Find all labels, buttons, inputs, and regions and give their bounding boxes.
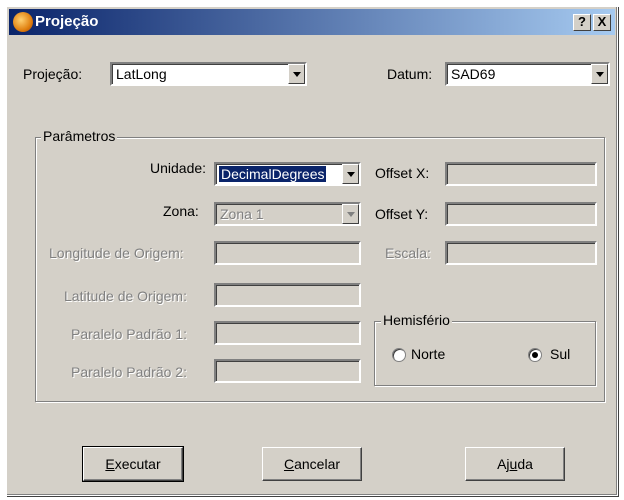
app-globe-icon <box>13 12 33 32</box>
escala-label: Escala: <box>385 245 431 261</box>
unidade-label: Unidade: <box>150 160 207 176</box>
ajuda-label-end: da <box>517 456 533 472</box>
executar-label: xecutar <box>114 456 161 472</box>
hemisferio-group-title: Hemisfério <box>381 312 452 328</box>
hemisferio-norte-label[interactable]: Norte <box>411 346 445 362</box>
ajuda-button[interactable]: Ajuda <box>465 447 565 481</box>
unidade-value: DecimalDegrees <box>219 166 327 182</box>
escala-field <box>445 241 597 265</box>
offset-y-label: Offset Y: <box>375 206 429 222</box>
projection-label: Projeção: <box>23 66 83 82</box>
help-button[interactable]: ? <box>573 14 591 31</box>
datum-dropdown-button[interactable] <box>591 64 608 84</box>
offset-x-label: Offset X: <box>375 165 430 181</box>
paralelo-padrao-2-label: Paralelo Padrão 2: <box>71 364 187 380</box>
cancelar-button[interactable]: Cancelar <box>262 447 362 481</box>
chevron-down-icon <box>347 212 355 217</box>
offset-y-field <box>445 202 597 226</box>
datum-value: SAD69 <box>451 66 496 82</box>
projection-dropdown-button[interactable] <box>288 64 305 84</box>
hemisferio-sul-label[interactable]: Sul <box>550 346 570 362</box>
projection-dialog: Projeção ? X Projeção: LatLong Datum: SA… <box>6 6 618 496</box>
close-button[interactable]: X <box>593 14 611 31</box>
parameters-group-title: Parâmetros <box>41 128 118 144</box>
longitude-origem-field <box>214 241 361 265</box>
chevron-down-icon <box>596 72 604 77</box>
latitude-origem-field <box>214 283 361 307</box>
datum-select[interactable]: SAD69 <box>445 62 610 86</box>
zona-dropdown-button <box>342 204 359 224</box>
datum-label: Datum: <box>387 66 433 82</box>
offset-x-field <box>445 162 597 186</box>
hemisferio-norte-radio[interactable] <box>392 348 406 362</box>
ajuda-label-start: Aj <box>497 456 510 472</box>
unidade-select[interactable]: DecimalDegrees <box>214 162 361 186</box>
chevron-down-icon <box>293 72 301 77</box>
unidade-dropdown-button[interactable] <box>342 164 359 184</box>
paralelo-padrao-1-field <box>214 321 361 345</box>
zona-value: Zona 1 <box>220 206 264 222</box>
zona-select: Zona 1 <box>214 202 361 226</box>
latitude-origem-label: Latitude de Origem: <box>64 288 187 304</box>
cancelar-label: ancelar <box>294 456 341 472</box>
projection-value: LatLong <box>116 66 167 82</box>
projection-select[interactable]: LatLong <box>110 62 307 86</box>
executar-mnemonic: E <box>105 456 115 472</box>
radio-selected-dot <box>532 352 538 358</box>
zona-label: Zona: <box>163 203 199 219</box>
hemisferio-sul-radio[interactable] <box>528 348 542 362</box>
window-title: Projeção <box>35 13 99 30</box>
longitude-origem-label: Longitude de Origem: <box>49 245 184 261</box>
paralelo-padrao-1-label: Paralelo Padrão 1: <box>71 326 187 342</box>
title-bar[interactable]: Projeção ? X <box>9 9 615 35</box>
cancelar-mnemonic: C <box>283 456 295 472</box>
chevron-down-icon <box>347 172 355 177</box>
paralelo-padrao-2-field <box>214 359 361 383</box>
executar-button[interactable]: Executar <box>82 446 184 482</box>
